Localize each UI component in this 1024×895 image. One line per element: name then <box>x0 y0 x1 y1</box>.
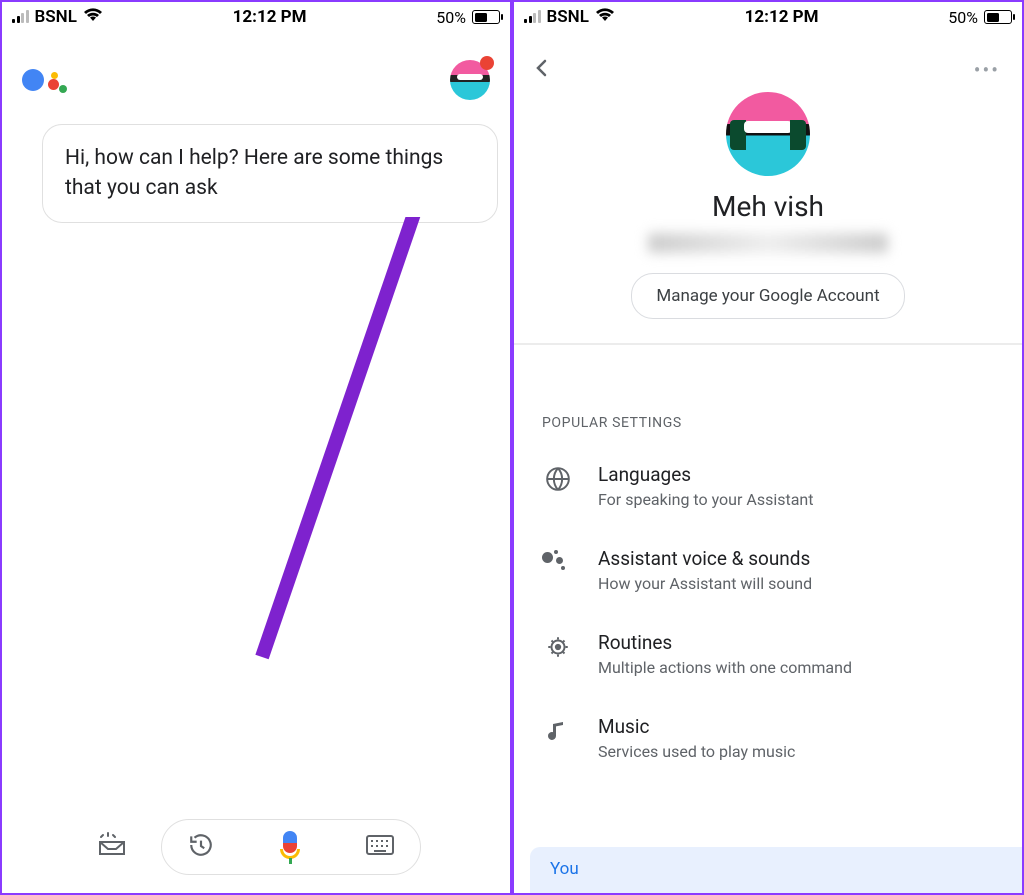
back-button[interactable] <box>530 56 554 84</box>
battery-icon <box>984 10 1012 24</box>
history-button[interactable] <box>188 832 214 862</box>
setting-languages[interactable]: Languages For speaking to your Assistant <box>514 449 1022 533</box>
profile-card: Meh vish Manage your Google Account <box>514 84 1022 345</box>
screen-assistant-settings: BSNL 12:12 PM 50% ••• Meh vish Manage yo… <box>510 2 1022 893</box>
app-header <box>2 32 510 110</box>
setting-title: Routines <box>598 631 852 654</box>
overflow-menu-button[interactable]: ••• <box>974 58 1000 82</box>
music-note-icon <box>542 715 574 748</box>
setting-music[interactable]: Music Services used to play music <box>514 701 1022 785</box>
assistant-logo-icon <box>22 69 67 91</box>
assistant-greeting-text: Hi, how can I help? Here are some things… <box>65 146 443 200</box>
profile-name: Meh vish <box>514 190 1022 223</box>
assistant-dots-icon <box>542 547 574 572</box>
setting-sub: How your Assistant will sound <box>598 574 812 593</box>
setting-sub: Services used to play music <box>598 742 795 761</box>
carrier-label: BSNL <box>35 7 77 27</box>
input-pill <box>161 819 421 875</box>
battery-percent: 50% <box>948 8 978 27</box>
battery-icon <box>472 10 500 24</box>
you-tab[interactable]: You <box>530 847 1022 893</box>
signal-icon <box>524 11 541 23</box>
setting-title: Music <box>598 715 795 738</box>
signal-icon <box>12 11 29 23</box>
inbox-updates-button[interactable] <box>91 832 133 862</box>
keyboard-button[interactable] <box>366 835 394 859</box>
setting-voice[interactable]: Assistant voice & sounds How your Assist… <box>514 533 1022 617</box>
mic-button[interactable] <box>278 831 302 863</box>
setting-sub: For speaking to your Assistant <box>598 490 813 509</box>
profile-avatar-button[interactable] <box>450 60 490 100</box>
notification-dot-icon <box>480 56 494 70</box>
status-bar: BSNL 12:12 PM 50% <box>2 2 510 32</box>
battery-percent: 50% <box>436 8 466 27</box>
wifi-icon <box>595 7 615 27</box>
manage-account-button[interactable]: Manage your Google Account <box>631 273 904 319</box>
clock-label: 12:12 PM <box>615 7 948 27</box>
wifi-icon <box>83 7 103 27</box>
status-bar: BSNL 12:12 PM 50% <box>514 2 1022 32</box>
setting-routines[interactable]: Routines Multiple actions with one comma… <box>514 617 1022 701</box>
routines-icon <box>542 631 574 664</box>
setting-title: Languages <box>598 463 813 486</box>
setting-sub: Multiple actions with one command <box>598 658 852 677</box>
bottom-toolbar <box>2 819 510 875</box>
profile-email-blurred <box>648 233 888 253</box>
annotation-arrow-icon <box>232 217 492 697</box>
setting-title: Assistant voice & sounds <box>598 547 812 570</box>
section-header-popular: POPULAR SETTINGS <box>514 345 1022 449</box>
clock-label: 12:12 PM <box>103 7 436 27</box>
screen-assistant-home: BSNL 12:12 PM 50% Hi, how can I help? He… <box>2 2 510 893</box>
carrier-label: BSNL <box>547 7 589 27</box>
globe-icon <box>542 463 574 496</box>
assistant-greeting-card: Hi, how can I help? Here are some things… <box>42 124 498 223</box>
avatar-icon <box>726 92 810 176</box>
